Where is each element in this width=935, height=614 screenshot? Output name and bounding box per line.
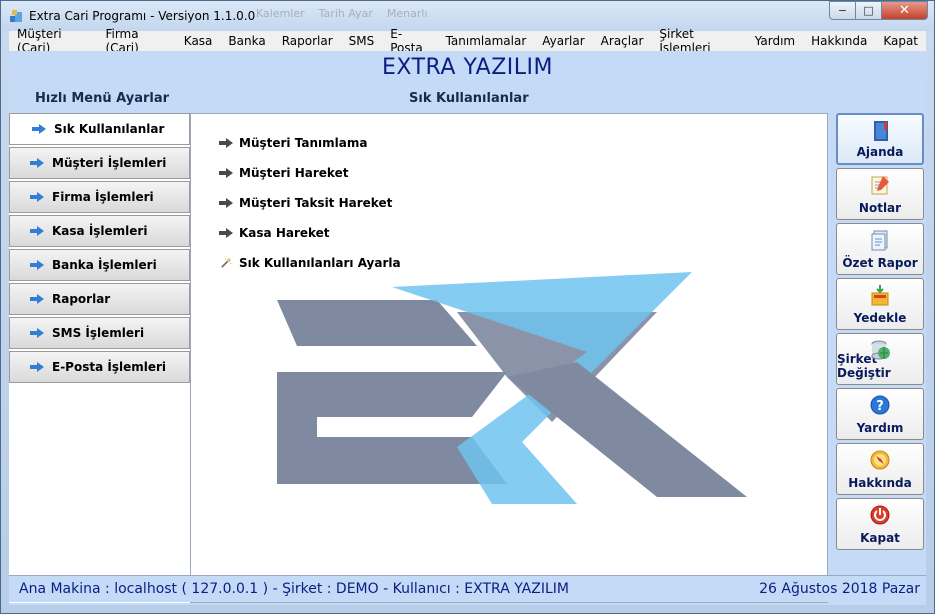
arrow-right-icon — [219, 138, 233, 148]
summary-report-icon — [871, 230, 888, 251]
ghost-tab: Tarih Ayar — [318, 7, 373, 20]
sidebar-title: Hızlı Menü Ayarlar — [35, 91, 170, 106]
menu-araclar[interactable]: Araçlar — [593, 34, 652, 48]
backup-icon — [871, 285, 889, 306]
app-icon — [10, 10, 22, 22]
maximize-button[interactable]: □ — [856, 1, 882, 20]
sidebar-item-eposta-islemleri[interactable]: E-Posta İşlemleri — [9, 351, 190, 383]
button-label: Ajanda — [856, 145, 904, 159]
agenda-book-icon — [874, 121, 888, 141]
close-button[interactable]: ✕ — [882, 1, 928, 20]
ex-logo-watermark — [277, 272, 747, 504]
background-tabs: Kalemler Tarih Ayar Menarlı — [256, 7, 428, 23]
link-musteri-taksit-hareket[interactable]: Müşteri Taksit Hareket — [219, 196, 392, 210]
link-label: Sık Kullanılanları Ayarla — [239, 256, 401, 270]
power-icon — [870, 505, 890, 525]
menu-yardim[interactable]: Yardım — [747, 34, 803, 48]
window-controls: − □ ✕ — [829, 1, 928, 20]
arrow-right-icon — [30, 226, 44, 236]
date-display: 26 Ağustos 2018 Pazar — [759, 581, 920, 597]
menu-hakkinda[interactable]: Hakkında — [803, 34, 875, 48]
menu-kasa[interactable]: Kasa — [176, 34, 221, 48]
menu-sms[interactable]: SMS — [341, 34, 383, 48]
button-label: Yardım — [856, 421, 904, 435]
link-sik-kullanilanlari-ayarla[interactable]: Sık Kullanılanları Ayarla — [219, 256, 401, 270]
quick-action-panel: Ajanda Notlar Özet Rapor Yedekle Şirket … — [835, 113, 926, 563]
ghost-tab: Menarlı — [386, 7, 428, 20]
link-label: Kasa Hareket — [239, 226, 330, 240]
sidebar-item-sik-kullanilanlar[interactable]: Sık Kullanılanlar — [9, 113, 190, 145]
menu-kapat[interactable]: Kapat — [875, 34, 926, 48]
sidebar-item-label: SMS İşlemleri — [52, 326, 145, 340]
sidebar-item-label: Müşteri İşlemleri — [52, 156, 167, 170]
yedekle-button[interactable]: Yedekle — [836, 278, 924, 330]
hakkinda-button[interactable]: Hakkında — [836, 443, 924, 495]
svg-text:?: ? — [876, 399, 884, 414]
notes-icon — [871, 176, 889, 195]
link-musteri-hareket[interactable]: Müşteri Hareket — [219, 166, 348, 180]
arrow-right-icon — [32, 124, 46, 134]
button-label: Özet Rapor — [842, 256, 918, 270]
notlar-button[interactable]: Notlar — [836, 168, 924, 220]
database-globe-icon — [871, 340, 890, 360]
arrow-right-icon — [30, 158, 44, 168]
quick-menu-sidebar: Sık Kullanılanlar Müşteri İşlemleri Firm… — [9, 113, 191, 603]
sidebar-item-musteri-islemleri[interactable]: Müşteri İşlemleri — [9, 147, 190, 179]
menu-bar: Müşteri (Cari) Firma (Cari) Kasa Banka R… — [9, 27, 926, 55]
sidebar-item-label: Kasa İşlemleri — [52, 224, 148, 238]
sidebar-item-label: Firma İşlemleri — [52, 190, 154, 204]
sirket-degistir-button[interactable]: Şirket Değiştir — [836, 333, 924, 385]
arrow-right-icon — [30, 260, 44, 270]
arrow-right-icon — [30, 192, 44, 202]
sidebar-item-sms-islemleri[interactable]: SMS İşlemleri — [9, 317, 190, 349]
arrow-right-icon — [219, 168, 233, 178]
help-icon: ? — [870, 395, 890, 415]
sidebar-item-label: Banka İşlemleri — [52, 258, 157, 272]
magic-wand-icon — [221, 258, 232, 268]
arrow-right-icon — [219, 198, 233, 208]
link-label: Müşteri Taksit Hareket — [239, 196, 393, 210]
link-label: Müşteri Hareket — [239, 166, 349, 180]
brand-title: EXTRA YAZILIM — [381, 55, 554, 80]
connection-status: Ana Makina : localhost ( 127.0.0.1 ) - Ş… — [19, 581, 569, 597]
arrow-right-icon — [30, 294, 44, 304]
link-label: Müşteri Tanımlama — [239, 136, 368, 150]
button-label: Yedekle — [853, 311, 907, 325]
sidebar-item-kasa-islemleri[interactable]: Kasa İşlemleri — [9, 215, 190, 247]
link-musteri-tanimlama[interactable]: Müşteri Tanımlama — [219, 136, 367, 150]
button-label: Hakkında — [848, 476, 912, 490]
button-label: Kapat — [860, 531, 900, 545]
ajanda-button[interactable]: Ajanda — [836, 113, 924, 165]
arrow-right-icon — [219, 228, 233, 238]
sidebar-item-firma-islemleri[interactable]: Firma İşlemleri — [9, 181, 190, 213]
kapat-button[interactable]: Kapat — [836, 498, 924, 550]
link-kasa-hareket[interactable]: Kasa Hareket — [219, 226, 330, 240]
sidebar-item-label: E-Posta İşlemleri — [52, 360, 167, 374]
yardim-button[interactable]: ? Yardım — [836, 388, 924, 440]
ghost-tab: Kalemler — [256, 7, 305, 20]
window-title: Extra Cari Programı - Versiyon 1.1.0.0 — [29, 9, 256, 23]
menu-tanimlamalar[interactable]: Tanımlamalar — [438, 34, 535, 48]
main-area: EXTRA YAZILIM Hızlı Menü Ayarlar Sık Kul… — [9, 51, 926, 605]
arrow-right-icon — [30, 328, 44, 338]
status-bar: Ana Makina : localhost ( 127.0.0.1 ) - Ş… — [9, 575, 926, 602]
menu-raporlar[interactable]: Raporlar — [274, 34, 341, 48]
menu-banka[interactable]: Banka — [220, 34, 273, 48]
minimize-button[interactable]: − — [829, 1, 856, 20]
button-label: Notlar — [858, 201, 902, 215]
frequent-content-panel: Müşteri Tanımlama Müşteri Hareket Müşter… — [190, 113, 828, 603]
sidebar-item-banka-islemleri[interactable]: Banka İşlemleri — [9, 249, 190, 281]
about-compass-icon — [870, 450, 890, 470]
sidebar-item-raporlar[interactable]: Raporlar — [9, 283, 190, 315]
sidebar-item-label: Raporlar — [52, 292, 111, 306]
app-window: Extra Cari Programı - Versiyon 1.1.0.0 K… — [0, 0, 935, 614]
content-title: Sık Kullanılanlar — [409, 91, 529, 106]
sidebar-item-label: Sık Kullanılanlar — [54, 122, 165, 136]
ozet-rapor-button[interactable]: Özet Rapor — [836, 223, 924, 275]
arrow-right-icon — [30, 362, 44, 372]
menu-ayarlar[interactable]: Ayarlar — [534, 34, 592, 48]
